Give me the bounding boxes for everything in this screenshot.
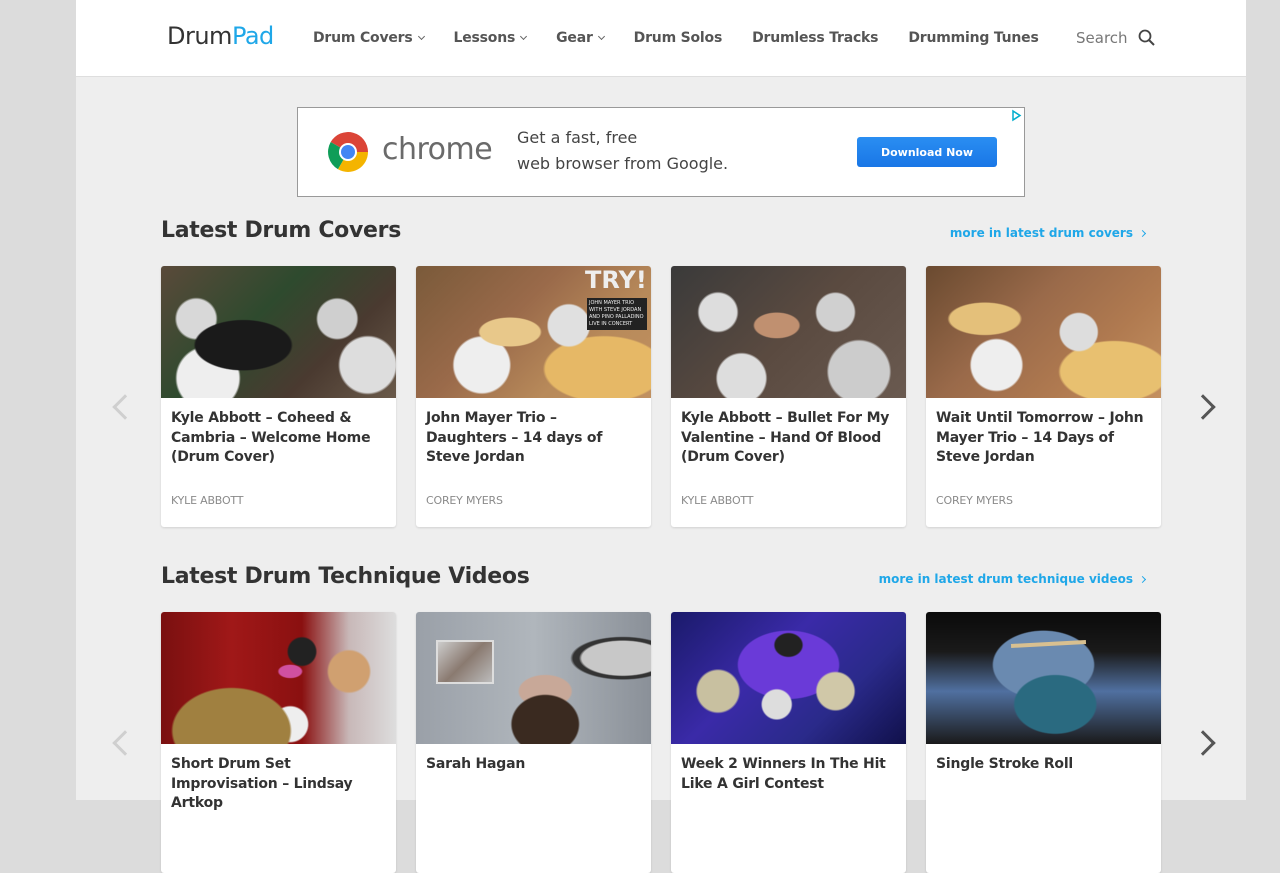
adchoices-icon[interactable] xyxy=(1009,108,1024,123)
technique-videos-carousel: Short Drum Set Improvisation – Lindsay A… xyxy=(161,612,1181,873)
video-card[interactable]: Week 2 Winners In The Hit Like A Girl Co… xyxy=(671,612,906,873)
video-title[interactable]: Wait Until Tomorrow – John Mayer Trio – … xyxy=(936,409,1149,468)
carousel-next-arrow[interactable] xyxy=(1190,724,1222,764)
more-technique-videos-link[interactable]: more in latest drum technique videos xyxy=(878,572,1147,586)
video-title[interactable]: Sarah Hagan xyxy=(426,755,639,775)
video-thumbnail[interactable]: TRY! JOHN MAYER TRIO WITH STEVE JORDAN A… xyxy=(416,266,651,398)
ad-banner[interactable]: chrome Get a fast, free web browser from… xyxy=(297,107,1025,197)
video-title[interactable]: Kyle Abbott – Bullet For My Valentine – … xyxy=(681,409,894,468)
carousel-prev-arrow[interactable] xyxy=(104,724,138,764)
nav-label: Drumming Tunes xyxy=(908,30,1039,46)
video-card[interactable]: Wait Until Tomorrow – John Mayer Trio – … xyxy=(926,266,1161,527)
nav-lessons[interactable]: Lessons xyxy=(453,30,528,46)
logo-text-drum: Drum xyxy=(167,22,232,50)
chevron-right-icon xyxy=(1138,575,1147,583)
nav-drumless-tracks[interactable]: Drumless Tracks xyxy=(752,30,878,46)
video-title[interactable]: John Mayer Trio – Daughters – 14 days of… xyxy=(426,409,639,468)
video-card[interactable]: Sarah Hagan xyxy=(416,612,651,873)
nav-drum-solos[interactable]: Drum Solos xyxy=(633,30,723,46)
page-wrapper: DrumPad Drum Covers Lessons Gear Drum So… xyxy=(76,0,1246,873)
logo-text-pad: Pad xyxy=(231,22,274,50)
thumbnail-text: TRY! xyxy=(585,266,647,294)
video-card[interactable]: Short Drum Set Improvisation – Lindsay A… xyxy=(161,612,396,873)
ad-text-line1: Get a fast, free xyxy=(517,128,638,147)
ad-download-button[interactable]: Download Now xyxy=(857,137,997,167)
video-author[interactable]: Corey Myers xyxy=(426,494,503,507)
video-card[interactable]: Kyle Abbott – Bullet For My Valentine – … xyxy=(671,266,906,527)
more-link-label: more in latest drum technique videos xyxy=(878,572,1133,586)
chevron-left-icon xyxy=(112,394,138,420)
nav-label: Lessons xyxy=(453,30,516,46)
chevron-right-icon xyxy=(1190,394,1216,420)
video-author[interactable]: Corey Myers xyxy=(936,494,1013,507)
nav-label: Drum Solos xyxy=(633,30,723,46)
video-title[interactable]: Single Stroke Roll xyxy=(936,755,1149,775)
search-icon xyxy=(1138,29,1155,46)
video-thumbnail[interactable] xyxy=(161,612,396,744)
nav-label: Drum Covers xyxy=(313,30,413,46)
video-title[interactable]: Kyle Abbott – Coheed & Cambria – Welcome… xyxy=(171,409,384,468)
video-author[interactable]: Kyle Abbott xyxy=(681,494,753,507)
site-logo[interactable]: DrumPad xyxy=(167,22,274,50)
section-title-technique-videos: Latest Drum Technique Videos xyxy=(161,564,530,589)
carousel-prev-arrow[interactable] xyxy=(104,388,138,428)
chrome-logo-icon xyxy=(328,132,368,172)
site-header: DrumPad Drum Covers Lessons Gear Drum So… xyxy=(76,0,1246,77)
video-thumbnail[interactable] xyxy=(416,612,651,744)
video-title[interactable]: Short Drum Set Improvisation – Lindsay A… xyxy=(171,755,384,814)
thumbnail-subtext: JOHN MAYER TRIO WITH STEVE JORDAN AND PI… xyxy=(587,298,647,330)
video-card[interactable]: Kyle Abbott – Coheed & Cambria – Welcome… xyxy=(161,266,396,527)
video-title[interactable]: Week 2 Winners In The Hit Like A Girl Co… xyxy=(681,755,894,794)
main-nav: Drum Covers Lessons Gear Drum Solos Drum… xyxy=(313,30,1069,46)
search-button[interactable]: Search xyxy=(1076,29,1156,47)
section-title-drum-covers: Latest Drum Covers xyxy=(161,218,401,243)
ad-text-line2: web browser from Google. xyxy=(517,154,729,173)
ad-brand: chrome xyxy=(382,132,493,167)
video-thumbnail[interactable] xyxy=(671,266,906,398)
chevron-down-icon xyxy=(597,32,605,41)
drum-covers-carousel: Kyle Abbott – Coheed & Cambria – Welcome… xyxy=(161,266,1181,527)
nav-label: Gear xyxy=(556,30,593,46)
video-card[interactable]: TRY! JOHN MAYER TRIO WITH STEVE JORDAN A… xyxy=(416,266,651,527)
video-thumbnail[interactable] xyxy=(926,266,1161,398)
thumbnail-drumstick xyxy=(1010,640,1087,648)
video-author[interactable]: Kyle Abbott xyxy=(171,494,243,507)
chevron-down-icon xyxy=(520,32,528,41)
chevron-right-icon xyxy=(1190,730,1216,756)
video-thumbnail[interactable] xyxy=(671,612,906,744)
chevron-left-icon xyxy=(112,730,138,756)
chevron-right-icon xyxy=(1138,229,1147,237)
nav-label: Drumless Tracks xyxy=(752,30,879,46)
nav-drum-covers[interactable]: Drum Covers xyxy=(313,30,425,46)
video-card[interactable]: Single Stroke Roll xyxy=(926,612,1161,873)
video-thumbnail[interactable] xyxy=(161,266,396,398)
video-thumbnail[interactable] xyxy=(926,612,1161,744)
chevron-down-icon xyxy=(417,32,425,41)
search-label: Search xyxy=(1076,29,1128,47)
more-drum-covers-link[interactable]: more in latest drum covers xyxy=(949,226,1147,240)
thumbnail-inset xyxy=(436,640,494,684)
more-link-label: more in latest drum covers xyxy=(949,226,1133,240)
nav-drumming-tunes[interactable]: Drumming Tunes xyxy=(908,30,1039,46)
nav-gear[interactable]: Gear xyxy=(556,30,605,46)
carousel-next-arrow[interactable] xyxy=(1190,388,1222,428)
